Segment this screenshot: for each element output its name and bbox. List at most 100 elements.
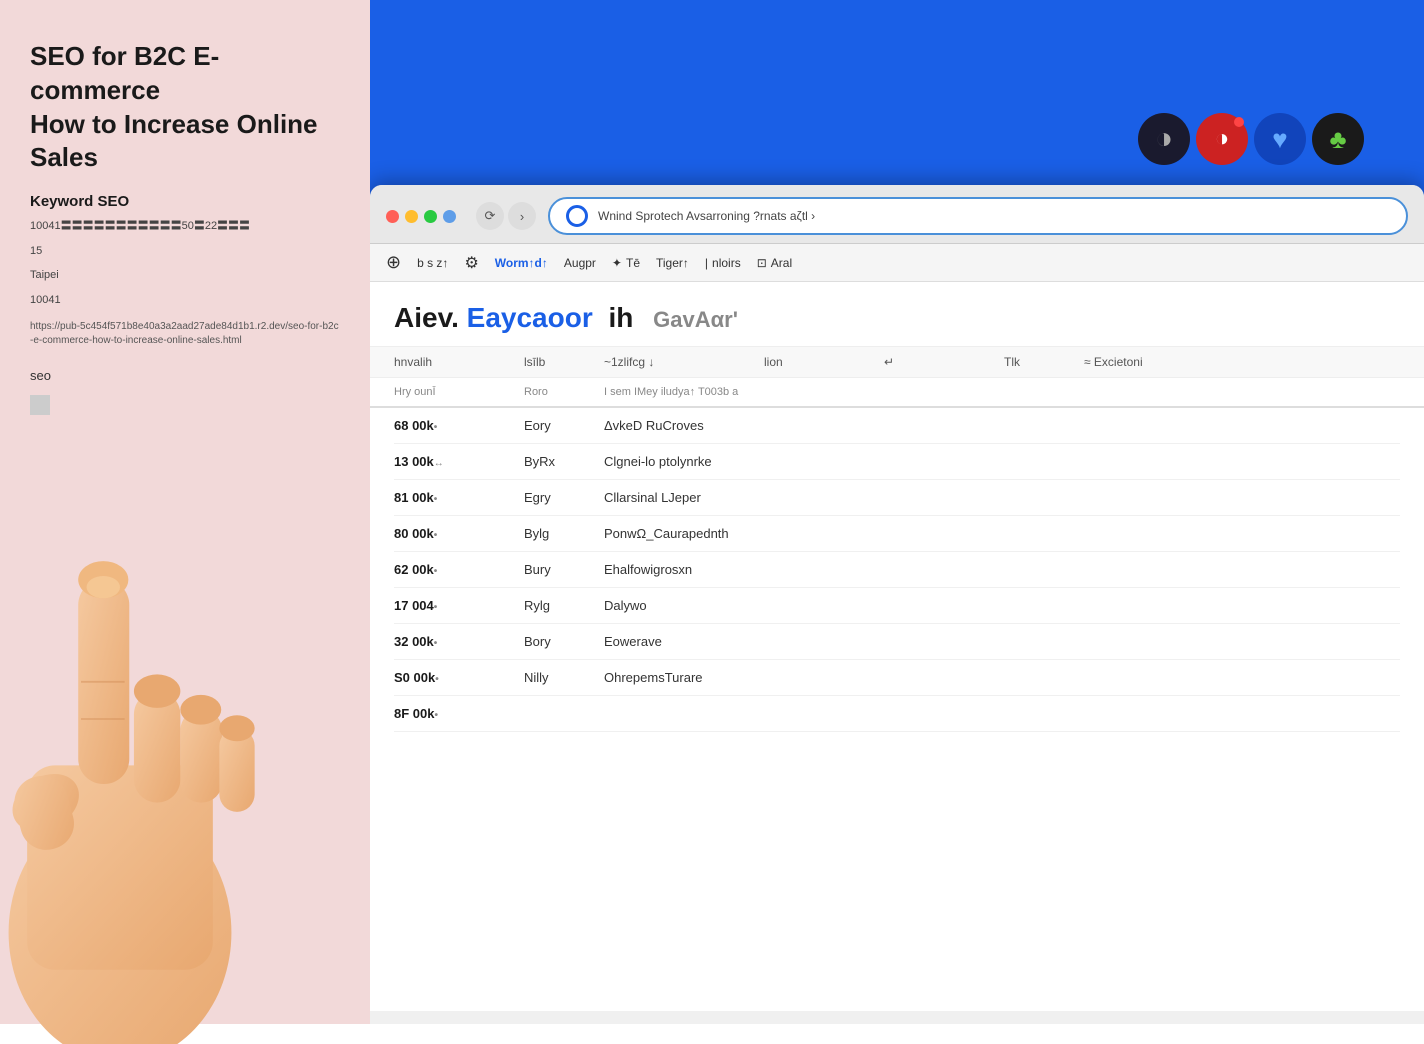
toolbar-augpr[interactable]: Augpr xyxy=(564,256,596,270)
sub-header-1: Hry ounĪ xyxy=(394,386,524,398)
meta-line4: 10041 xyxy=(30,292,340,309)
table-row[interactable]: 8F 00k• xyxy=(394,696,1400,732)
meta-line2: 15 xyxy=(30,243,340,260)
table-row[interactable]: 81 00k• Egry Cllarsinal LJeper xyxy=(394,480,1400,516)
table-header: hnvalih lsīlb ~1zlifcg ↓ lion ↵ Tlk ≈ Ex… xyxy=(370,347,1424,378)
extra-button xyxy=(443,210,456,223)
minimize-button[interactable] xyxy=(405,210,418,223)
cell-volume: 32 00k• xyxy=(394,634,524,649)
cell-volume: 17 004• xyxy=(394,598,524,613)
cell-volume: 81 00k• xyxy=(394,490,524,505)
browser-window: ⟳ › Wnind Sprotech Avsarroning ?rnats aζ… xyxy=(370,185,1424,1024)
title-prefix: Aiev. xyxy=(394,302,459,333)
browser-content: Aiev. Eaycaoor ih GavAαr' hnvalih lsīlb … xyxy=(370,282,1424,1011)
page-url: https://pub-5c454f571b8e40a3a2aad27ade84… xyxy=(30,320,340,348)
address-bar[interactable]: Wnind Sprotech Avsarroning ?rnats aζtl › xyxy=(548,197,1408,235)
close-button[interactable] xyxy=(386,210,399,223)
browser-chrome: ⟳ › Wnind Sprotech Avsarroning ?rnats aζ… xyxy=(370,185,1424,244)
hand-illustration xyxy=(0,394,320,1044)
sub-header-3: I sem IMey iludya↑ T003b a xyxy=(604,386,1224,398)
toolbar-tiger-label: Tiger↑ xyxy=(656,256,689,270)
tag-label: seo xyxy=(30,368,340,383)
blue-header: ◑ ◑ ♥ ♣ xyxy=(370,0,1424,185)
cell-volume: 80 00k• xyxy=(394,526,524,541)
square-icon: ⊡ xyxy=(757,256,767,270)
toolbar-te[interactable]: ✦ Tē xyxy=(612,256,640,270)
toolbar-aral-label: Aral xyxy=(771,256,792,270)
cell-keyword: Eowerave xyxy=(604,634,1224,649)
toolbar-settings[interactable]: ⚙ xyxy=(464,253,478,273)
cell-keyword: Ehalfowigrosxn xyxy=(604,562,1224,577)
keyword-label: Keyword SEO xyxy=(30,193,340,210)
address-text: Wnind Sprotech Avsarroning ?rnats aζtl › xyxy=(598,209,815,223)
toolbar-tiger[interactable]: Tiger↑ xyxy=(656,256,689,270)
cell-keyword: ΔvkeD RuCroves xyxy=(604,418,1224,433)
cell-name: Nilly xyxy=(524,670,604,685)
divider-icon: | xyxy=(705,256,708,270)
forward-button[interactable]: › xyxy=(508,202,536,230)
toolbar-label-bsz: b s z↑ xyxy=(417,256,448,270)
cell-name: ByRx xyxy=(524,454,604,469)
browser-toolbar: ⊕ b s z↑ ⚙ Worm↑d↑ Augpr ✦ Tē Tiger↑ | xyxy=(370,244,1424,282)
cell-volume: 68 00k• xyxy=(394,418,524,433)
toolbar-worm-label: Worm↑d↑ xyxy=(495,256,548,270)
content-title: Aiev. Eaycaoor ih GavAαr' xyxy=(394,302,1400,334)
cell-keyword: Cllarsinal LJeper xyxy=(604,490,1224,505)
home-icon: ⊕ xyxy=(386,252,401,273)
col-header-1: hnvalih xyxy=(394,355,524,369)
app-icon-3: ♥ xyxy=(1254,113,1306,165)
col-header-4: lion xyxy=(764,355,884,369)
meta-line1: 10041〓〓〓〓〓〓〓〓〓〓〓50〓22〓〓〓 xyxy=(30,218,340,235)
cell-keyword: Clgnei-lo ptolynrke xyxy=(604,454,1224,469)
toolbar-home[interactable]: ⊕ xyxy=(386,252,401,273)
cell-keyword: Dalywo xyxy=(604,598,1224,613)
tag-square-icon xyxy=(30,395,50,415)
col-header-8: ≈ Excietoni xyxy=(1084,355,1224,369)
cell-volume: 62 00k• xyxy=(394,562,524,577)
browser-logo xyxy=(566,205,588,227)
cell-name: Rylg xyxy=(524,598,604,613)
table-row[interactable]: 17 004• Rylg Dalywo xyxy=(394,588,1400,624)
toolbar-worm[interactable]: Worm↑d↑ xyxy=(495,256,548,270)
table-row[interactable]: S0 00k• Nilly OhrepemsTurare xyxy=(394,660,1400,696)
cell-volume: S0 00k• xyxy=(394,670,524,685)
sub-header-2: Roro xyxy=(524,386,604,398)
meta-line3: Taipei xyxy=(30,267,340,284)
col-header-3: ~1zlifcg ↓ xyxy=(604,355,764,369)
back-button[interactable]: ⟳ xyxy=(476,202,504,230)
table-sub-header: Hry ounĪ Roro I sem IMey iludya↑ T003b a xyxy=(370,378,1424,408)
cell-name: Egry xyxy=(524,490,604,505)
app-icon-2: ◑ xyxy=(1196,113,1248,165)
toolbar-te-label: Tē xyxy=(626,256,640,270)
app-icon-4: ♣ xyxy=(1312,113,1364,165)
cell-volume: 13 00k↔ xyxy=(394,454,524,469)
toolbar-b-s-z[interactable]: b s z↑ xyxy=(417,256,448,270)
title-main: Eaycaoor xyxy=(467,302,593,333)
table-row[interactable]: 62 00k• Bury Ehalfowigrosxn xyxy=(394,552,1400,588)
cell-name: Bylg xyxy=(524,526,604,541)
table-row[interactable]: 80 00k• Bylg PonwΩ_Caurapednth xyxy=(394,516,1400,552)
settings-icon: ⚙ xyxy=(464,253,478,273)
col-header-5: ↵ xyxy=(884,355,944,369)
cell-name: Bury xyxy=(524,562,604,577)
table-row[interactable]: 68 00k• Eory ΔvkeD RuCroves xyxy=(394,408,1400,444)
toolbar-augpr-label: Augpr xyxy=(564,256,596,270)
star-icon: ✦ xyxy=(612,256,622,270)
table-row[interactable]: 13 00k↔ ByRx Clgnei-lo ptolynrke xyxy=(394,444,1400,480)
fullscreen-button[interactable] xyxy=(424,210,437,223)
table-row[interactable]: 32 00k• Bory Eowerave xyxy=(394,624,1400,660)
table-body: 68 00k• Eory ΔvkeD RuCroves 13 00k↔ ByRx… xyxy=(370,408,1424,732)
cell-keyword: OhrepemsTurare xyxy=(604,670,1224,685)
cell-volume: 8F 00k• xyxy=(394,706,524,721)
content-header: Aiev. Eaycaoor ih GavAαr' xyxy=(370,282,1424,347)
cell-name: Eory xyxy=(524,418,604,433)
traffic-lights xyxy=(386,210,456,223)
cell-keyword: PonwΩ_Caurapednth xyxy=(604,526,1224,541)
col-header-2: lsīlb xyxy=(524,355,604,369)
toolbar-aral[interactable]: ⊡ Aral xyxy=(757,256,792,270)
left-sidebar: SEO for B2C E-commerce How to Increase O… xyxy=(0,0,370,1024)
tab-bar: ⟳ › Wnind Sprotech Avsarroning ?rnats aζ… xyxy=(386,197,1408,235)
cell-name: Bory xyxy=(524,634,604,649)
toolbar-nloirs[interactable]: | nloirs xyxy=(705,256,741,270)
col-header-6 xyxy=(944,355,1004,369)
